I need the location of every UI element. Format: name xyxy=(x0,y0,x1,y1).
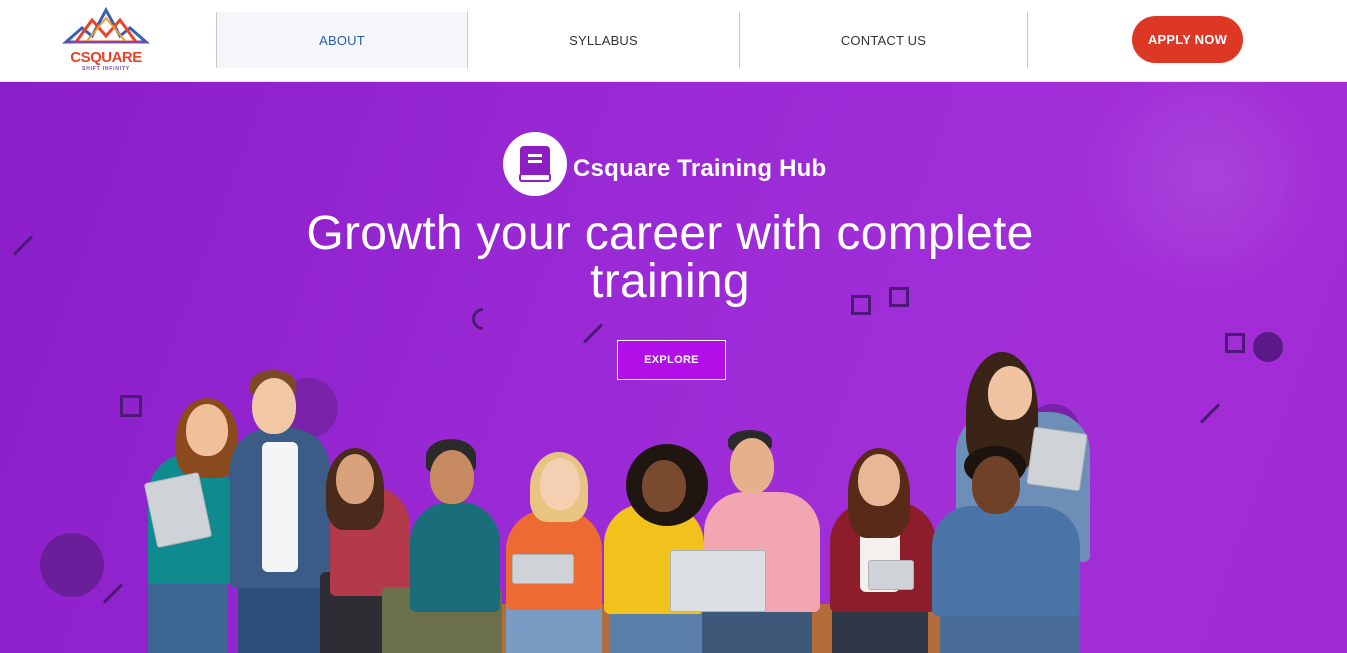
apply-now-button[interactable]: APPLY NOW xyxy=(1132,16,1243,63)
hero-banner: Csquare Training Hub Growth your career … xyxy=(0,82,1347,653)
logo-mountains-icon xyxy=(62,6,150,44)
csquare-logo[interactable]: CSQUARE SHIFT INFINITY xyxy=(62,6,150,74)
nav-item-syllabus[interactable]: SYLLABUS xyxy=(468,12,739,68)
logo-tagline: SHIFT INFINITY xyxy=(82,66,130,72)
students-group-image xyxy=(0,82,1347,653)
nav-item-about[interactable]: ABOUT xyxy=(217,12,467,68)
nav-divider xyxy=(1027,12,1028,68)
top-navbar: CSQUARE SHIFT INFINITY ABOUT SYLLABUS CO… xyxy=(0,0,1347,82)
nav-item-contact-us[interactable]: CONTACT US xyxy=(740,12,1027,68)
logo-wordmark: CSQUARE xyxy=(70,49,142,66)
